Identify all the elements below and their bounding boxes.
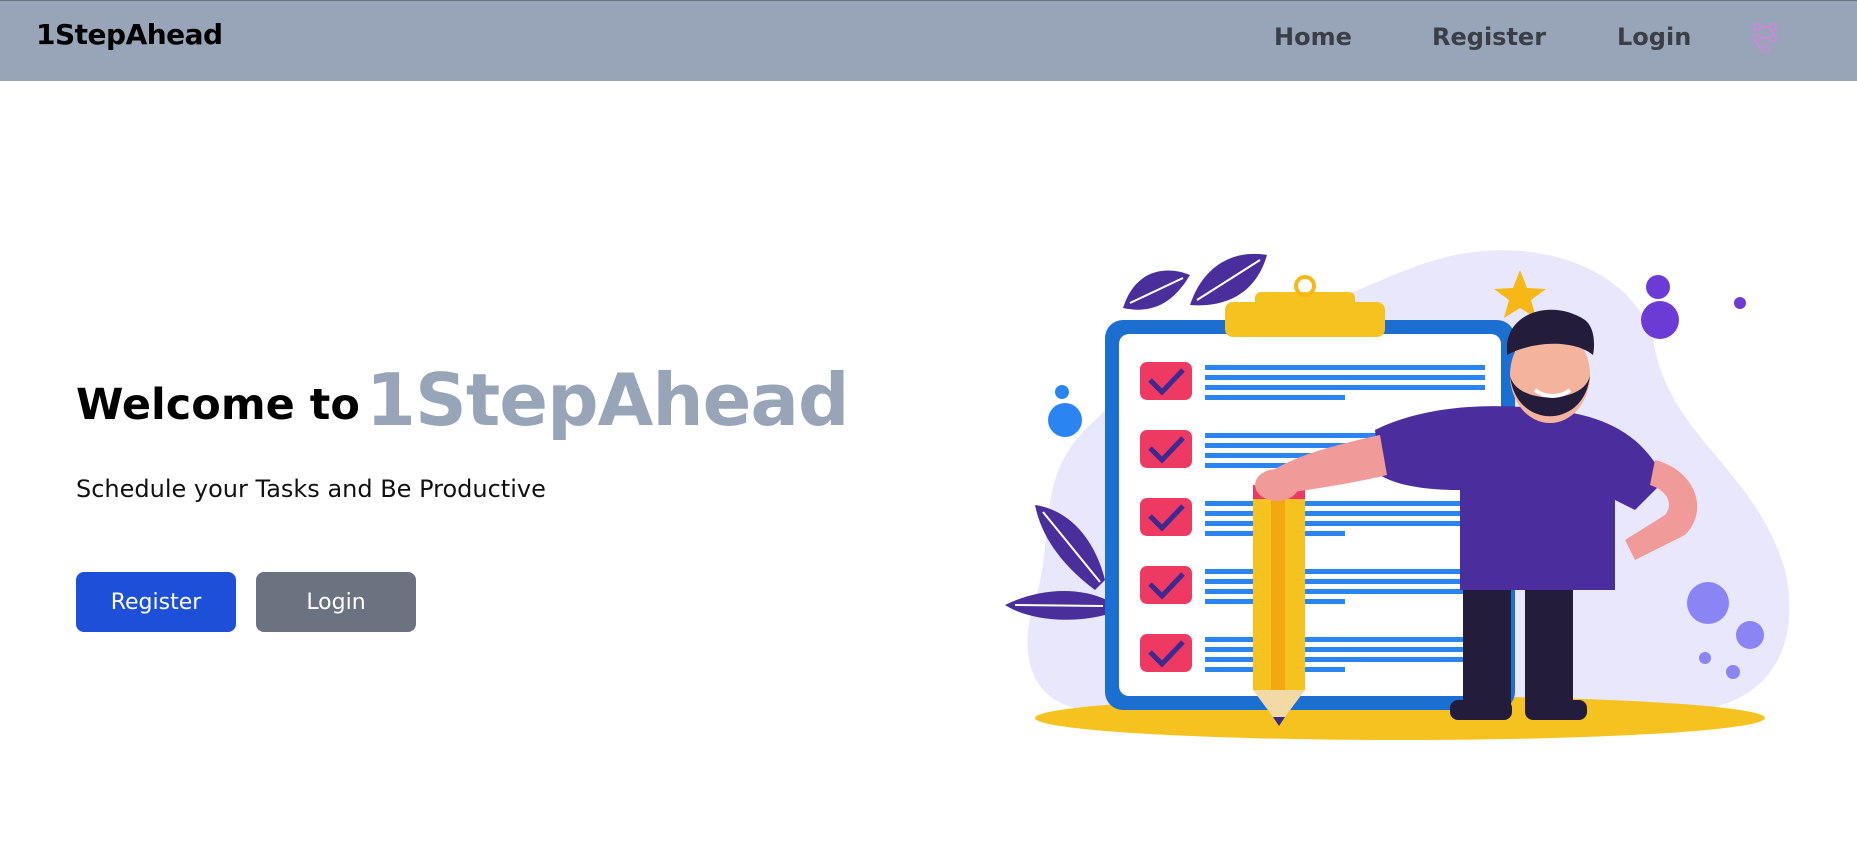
decor-dot [1641,301,1679,339]
register-button[interactable]: Register [76,572,236,632]
nav-link-register[interactable]: Register [1432,23,1546,51]
login-button[interactable]: Login [256,572,416,632]
decor-dot [1048,403,1082,437]
decor-dot [1734,297,1746,309]
decor-dot [1646,275,1670,299]
hero-title-prefix: Welcome to [76,380,360,430]
decor-dot [1687,582,1729,624]
hero-title: Welcome to1StepAhead [76,352,850,442]
pencil-icon [1253,485,1305,726]
hero-subtitle: Schedule your Tasks and Be Productive [76,475,546,503]
man-with-pencil-and-checklist-illustration [1005,250,1790,740]
flow-connector-icon[interactable] [1748,21,1782,55]
nav-link-login[interactable]: Login [1617,23,1691,51]
decor-dot [1736,621,1764,649]
nav-link-home[interactable]: Home [1274,23,1352,51]
decor-dot [1699,652,1711,664]
decor-dot [1726,665,1740,679]
hero-title-brand: 1StepAhead [365,358,850,442]
brand-logo[interactable]: 1StepAhead [36,18,223,51]
navbar: 1StepAhead Home Register Login [0,0,1857,81]
leaf-decoration [1123,253,1267,310]
decor-dot [1055,385,1069,399]
